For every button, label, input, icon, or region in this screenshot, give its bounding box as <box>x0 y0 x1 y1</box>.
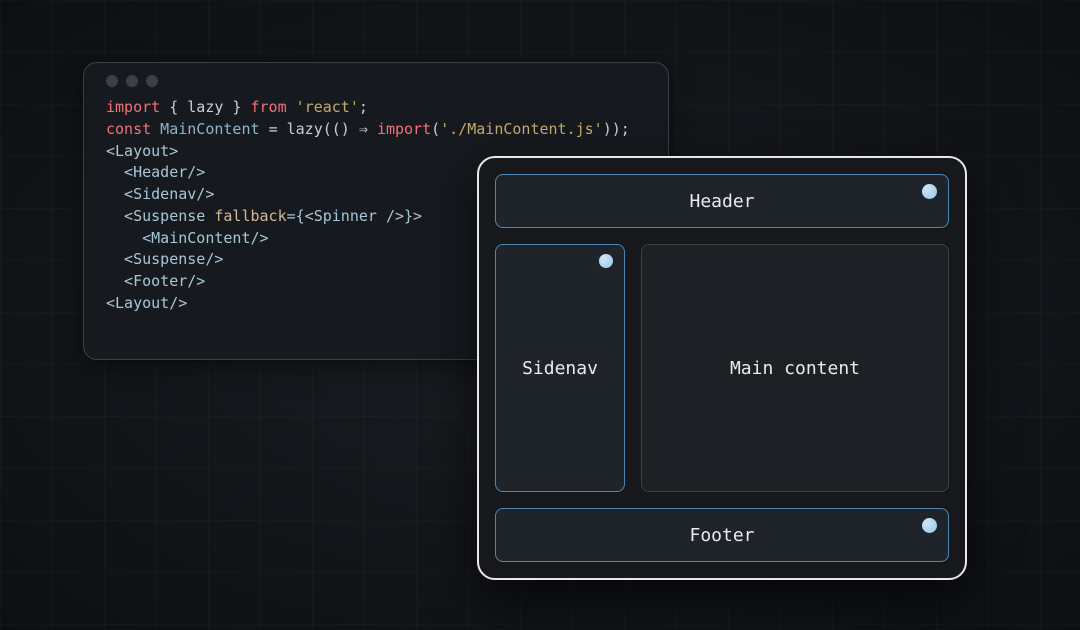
layout-header-label: Header <box>689 191 754 212</box>
layout-sidenav-label: Sidenav <box>522 358 598 379</box>
layout-preview-window: Header Sidenav Main content Footer <box>477 156 967 580</box>
status-dot-icon <box>922 184 937 199</box>
traffic-light-dot <box>126 75 138 87</box>
code-line-2: const MainContent = lazy(() ⇒ import('./… <box>106 119 646 141</box>
layout-sidenav-panel: Sidenav <box>495 244 625 492</box>
layout-footer-panel: Footer <box>495 508 949 562</box>
status-dot-icon <box>922 518 937 533</box>
code-line-1: import { lazy } from 'react'; <box>106 97 646 119</box>
traffic-light-dot <box>146 75 158 87</box>
status-dot-icon <box>599 254 613 268</box>
layout-main-label: Main content <box>730 358 860 379</box>
window-traffic-lights <box>106 75 646 87</box>
layout-header-panel: Header <box>495 174 949 228</box>
layout-main-content-panel: Main content <box>641 244 949 492</box>
layout-middle-row: Sidenav Main content <box>495 244 949 492</box>
traffic-light-dot <box>106 75 118 87</box>
layout-footer-label: Footer <box>689 525 754 546</box>
